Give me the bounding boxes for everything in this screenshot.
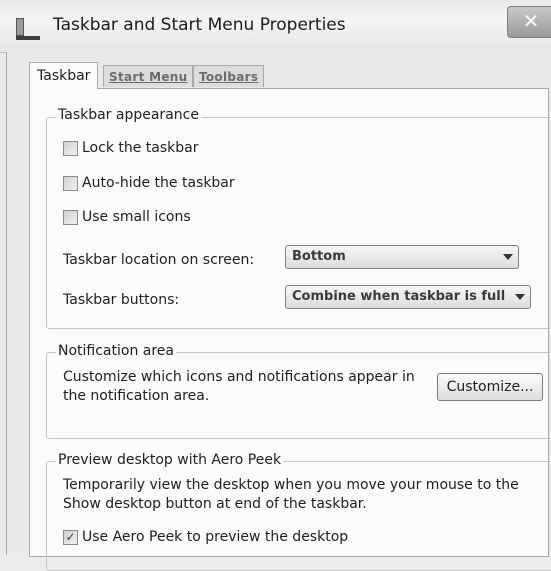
aero-peek-checkbox[interactable]: ✓ (63, 529, 78, 545)
checkmark-icon: ✓ (65, 530, 76, 544)
aero-peek-row[interactable]: ✓ Use Aero Peek to preview the desktop (63, 529, 348, 545)
location-dropdown[interactable]: Bottom (285, 245, 519, 269)
taskbar-properties-icon (16, 18, 40, 40)
buttons-label: Taskbar buttons: (63, 292, 180, 308)
small-icons-label: Use small icons (82, 209, 191, 225)
location-label: Taskbar location on screen: (63, 252, 255, 268)
notification-description: Customize which icons and notifications … (63, 369, 415, 404)
aero-peek-description: Temporarily view the desktop when you mo… (63, 477, 519, 512)
autohide-checkbox[interactable] (63, 175, 78, 191)
tab-toolbars[interactable]: Toolbars (193, 65, 265, 87)
dialog-body: Taskbar Start Menu Toolbars Taskbar appe… (6, 52, 551, 571)
lock-taskbar-row[interactable]: Lock the taskbar (63, 140, 199, 156)
small-icons-checkbox[interactable] (63, 209, 78, 225)
buttons-value: Combine when taskbar is full (292, 289, 506, 304)
chevron-down-icon (515, 294, 525, 300)
lock-taskbar-label: Lock the taskbar (82, 140, 199, 156)
title-bar: Taskbar and Start Menu Properties ✕ (0, 0, 551, 53)
group-title-appearance: Taskbar appearance (56, 107, 201, 123)
close-icon: ✕ (522, 9, 540, 33)
aero-peek-label: Use Aero Peek to preview the desktop (82, 529, 349, 545)
tab-panel-taskbar: Taskbar appearance Lock the taskbar Auto… (29, 88, 551, 571)
window-title: Taskbar and Start Menu Properties (53, 15, 346, 35)
group-title-aero-peek: Preview desktop with Aero Peek (56, 452, 284, 468)
location-value: Bottom (292, 249, 346, 264)
tab-taskbar[interactable]: Taskbar (29, 62, 99, 89)
buttons-dropdown[interactable]: Combine when taskbar is full (285, 285, 531, 309)
customize-button[interactable]: Customize... (437, 373, 543, 401)
chevron-down-icon (503, 254, 513, 260)
autohide-label: Auto-hide the taskbar (82, 175, 235, 191)
autohide-row[interactable]: Auto-hide the taskbar (63, 175, 235, 191)
tab-start-menu[interactable]: Start Menu (103, 65, 194, 87)
group-title-notification: Notification area (56, 343, 176, 359)
close-button[interactable]: ✕ (507, 6, 551, 38)
small-icons-row[interactable]: Use small icons (63, 209, 191, 225)
lock-taskbar-checkbox[interactable] (63, 140, 78, 156)
